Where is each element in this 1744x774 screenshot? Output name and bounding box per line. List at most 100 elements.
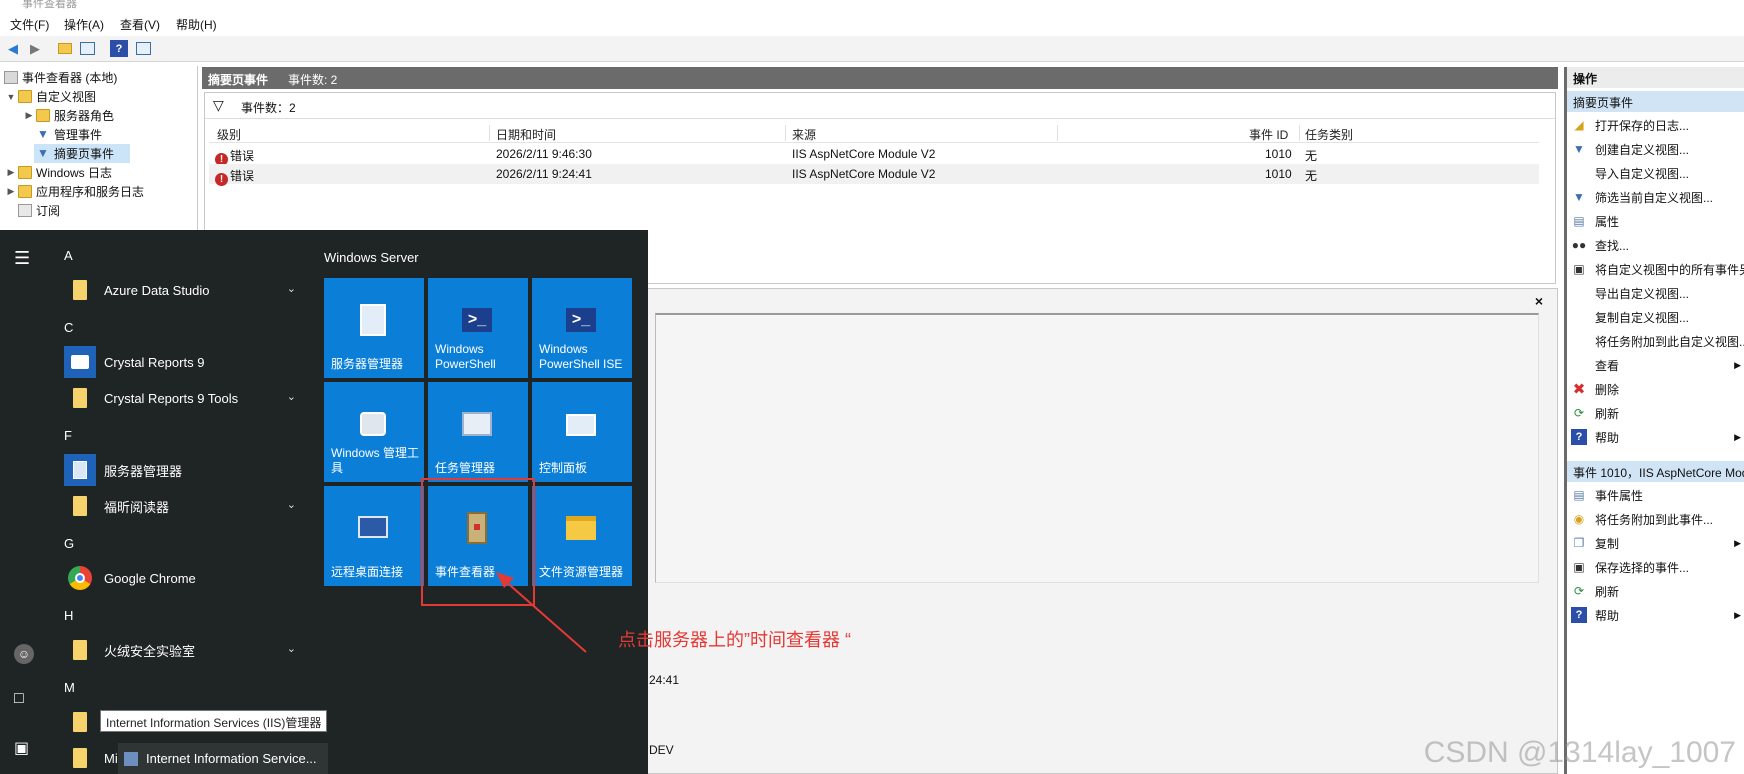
app-google-chrome[interactable]: Google Chrome <box>64 562 304 594</box>
chevron-down-icon[interactable]: ⌄ <box>287 642 296 655</box>
tree-server-roles[interactable]: ▶ 服务器角色 <box>24 106 114 125</box>
table-row[interactable]: ! 错误 2026/2/11 9:46:30 IIS AspNetCore Mod… <box>209 144 1539 166</box>
menu-action[interactable]: 操作(A) <box>64 16 104 33</box>
app-huorong-lab[interactable]: 火绒安全实验室 ⌄ <box>64 634 304 666</box>
tile-server-manager[interactable]: 服务器管理器 <box>324 278 424 378</box>
filter-funnel-icon[interactable]: ▽ <box>213 97 224 114</box>
properties-icon: ▤ <box>1573 488 1585 502</box>
help-icon[interactable]: ? <box>110 40 128 57</box>
group-letter-a[interactable]: A <box>64 248 73 263</box>
delete-x-icon: ✖ <box>1572 381 1586 398</box>
show-hide-tree-icon[interactable] <box>78 40 96 57</box>
menu-file[interactable]: 文件(F) <box>10 16 49 33</box>
error-icon: ! <box>215 173 228 186</box>
control-panel-icon <box>562 406 600 444</box>
chevron-down-icon[interactable]: ⌄ <box>287 282 296 295</box>
folder-icon <box>64 742 96 774</box>
col-event-id[interactable]: 事件 ID <box>1249 126 1288 143</box>
documents-icon[interactable]: □ <box>14 690 24 708</box>
app-server-manager[interactable]: 服务器管理器 <box>64 454 304 486</box>
app-azure-data-studio[interactable]: Azure Data Studio ⌄ <box>64 274 304 306</box>
chevron-down-icon[interactable]: ⌄ <box>287 498 296 511</box>
action-copy-custom-view[interactable]: 复制自定义视图... <box>1567 306 1744 328</box>
menu-help[interactable]: 帮助(H) <box>176 16 217 33</box>
tree-root[interactable]: 事件查看器 (本地) <box>2 68 117 87</box>
show-hide-actions-icon[interactable] <box>134 40 152 57</box>
action-properties[interactable]: ▤ 属性 <box>1567 210 1744 232</box>
tree-subscriptions[interactable]: 订阅 <box>16 201 60 220</box>
action-view[interactable]: 查看 ▶ <box>1567 354 1744 376</box>
chevron-down-icon[interactable]: ⌄ <box>287 390 296 403</box>
action-refresh-event[interactable]: ⟳ 刷新 <box>1567 580 1744 602</box>
action-find[interactable]: ●● 查找... <box>1567 234 1744 256</box>
folder-icon <box>36 109 50 122</box>
user-avatar-icon[interactable]: ☺ <box>14 644 34 664</box>
expand-arrow-icon[interactable]: ▶ <box>6 167 16 178</box>
pictures-icon[interactable]: ▣ <box>14 738 29 758</box>
action-attach-task-event[interactable]: ◉ 将任务附加到此事件... <box>1567 508 1744 530</box>
iis-manager-subitem[interactable]: Internet Information Service... <box>118 743 328 774</box>
action-attach-task-view[interactable]: 将任务附加到此自定义视图... <box>1567 330 1744 352</box>
expand-arrow-icon[interactable]: ▶ <box>6 186 16 197</box>
tile-task-manager[interactable]: 任务管理器 <box>428 382 528 482</box>
group-letter-g[interactable]: G <box>64 536 74 551</box>
action-help[interactable]: ? 帮助 ▶ <box>1567 426 1744 448</box>
tree-custom-views[interactable]: ▼ 自定义视图 <box>6 87 96 106</box>
action-filter-current-view[interactable]: ▼ 筛选当前自定义视图... <box>1567 186 1744 208</box>
action-open-saved-log[interactable]: ◢ 打开保存的日志... <box>1567 114 1744 136</box>
action-create-custom-view[interactable]: ▼ 创建自定义视图... <box>1567 138 1744 160</box>
cell-event-id: 1010 <box>1265 147 1292 161</box>
action-copy[interactable]: ❐ 复制 ▶ <box>1567 532 1744 554</box>
filter-icon: ▼ <box>1573 190 1585 204</box>
app-foxit-reader[interactable]: 福昕阅读器 ⌄ <box>64 490 304 522</box>
group-letter-h[interactable]: H <box>64 608 73 623</box>
actions-section-summary[interactable]: 摘要页事件 <box>1567 91 1744 112</box>
group-letter-f[interactable]: F <box>64 428 72 443</box>
action-refresh[interactable]: ⟳ 刷新 <box>1567 402 1744 424</box>
cell-event-id: 1010 <box>1265 167 1292 181</box>
server-manager-icon <box>354 302 392 340</box>
up-folder-icon[interactable] <box>56 40 74 57</box>
tile-control-panel[interactable]: 控制面板 <box>532 382 632 482</box>
app-crystal-reports-9[interactable]: Crystal Reports 9 <box>64 346 304 378</box>
action-delete[interactable]: ✖ 删除 <box>1567 378 1744 400</box>
col-task[interactable]: 任务类别 <box>1305 126 1353 143</box>
forward-arrow-icon[interactable]: ▶ <box>26 40 44 57</box>
group-letter-c[interactable]: C <box>64 320 73 335</box>
crystal-reports-icon <box>64 346 96 378</box>
tree-app-service-logs[interactable]: ▶ 应用程序和服务日志 <box>6 182 144 201</box>
action-help-event[interactable]: ? 帮助 ▶ <box>1567 604 1744 626</box>
tree-windows-logs[interactable]: ▶ Windows 日志 <box>6 163 112 182</box>
hamburger-menu-icon[interactable]: ☰ <box>14 248 30 269</box>
back-arrow-icon[interactable]: ◀ <box>4 40 22 57</box>
tile-windows-powershell[interactable]: >_ Windows PowerShell <box>428 278 528 378</box>
action-export-custom-view[interactable]: 导出自定义视图... <box>1567 282 1744 304</box>
app-crystal-reports-9-tools[interactable]: Crystal Reports 9 Tools ⌄ <box>64 382 304 414</box>
annotation-arrow <box>496 572 587 653</box>
folder-icon <box>64 490 96 522</box>
tile-remote-desktop[interactable]: 远程桌面连接 <box>324 486 424 586</box>
tree-admin-events-label: 管理事件 <box>54 128 103 142</box>
group-letter-m[interactable]: M <box>64 680 75 695</box>
action-event-properties[interactable]: ▤ 事件属性 <box>1567 484 1744 506</box>
col-level[interactable]: 级别 <box>217 126 241 143</box>
actions-section-event[interactable]: 事件 1010，IIS AspNetCore Module V2 <box>1567 461 1744 482</box>
action-import-custom-view[interactable]: 导入自定义视图... <box>1567 162 1744 184</box>
start-menu: ☰ ☺ □ ▣ A Azure Data Studio ⌄ C Crystal … <box>0 230 648 774</box>
action-save-selected-events[interactable]: ▣ 保存选择的事件... <box>1567 556 1744 578</box>
table-row[interactable]: ! 错误 2026/2/11 9:24:41 IIS AspNetCore Mod… <box>209 164 1539 186</box>
cell-datetime: 2026/2/11 9:24:41 <box>496 167 592 181</box>
tree-summary-events[interactable]: ▼ 摘要页事件 <box>34 144 130 163</box>
expand-arrow-icon[interactable]: ▶ <box>24 110 34 121</box>
cell-task: 无 <box>1305 149 1318 163</box>
tile-windows-powershell-ise[interactable]: >_ Windows PowerShell ISE <box>532 278 632 378</box>
tree-admin-events[interactable]: ▼ 管理事件 <box>34 125 102 144</box>
tile-windows-admin-tools[interactable]: Windows 管理工具 <box>324 382 424 482</box>
action-save-all-events[interactable]: ▣将自定义视图中的所有事件另存为... <box>1567 258 1744 280</box>
col-source[interactable]: 来源 <box>792 126 816 143</box>
refresh-icon: ⟳ <box>1573 406 1585 420</box>
col-datetime[interactable]: 日期和时间 <box>496 126 556 143</box>
menu-view[interactable]: 查看(V) <box>120 16 160 33</box>
close-icon[interactable]: × <box>1535 293 1543 309</box>
collapse-arrow-icon[interactable]: ▼ <box>6 92 16 102</box>
